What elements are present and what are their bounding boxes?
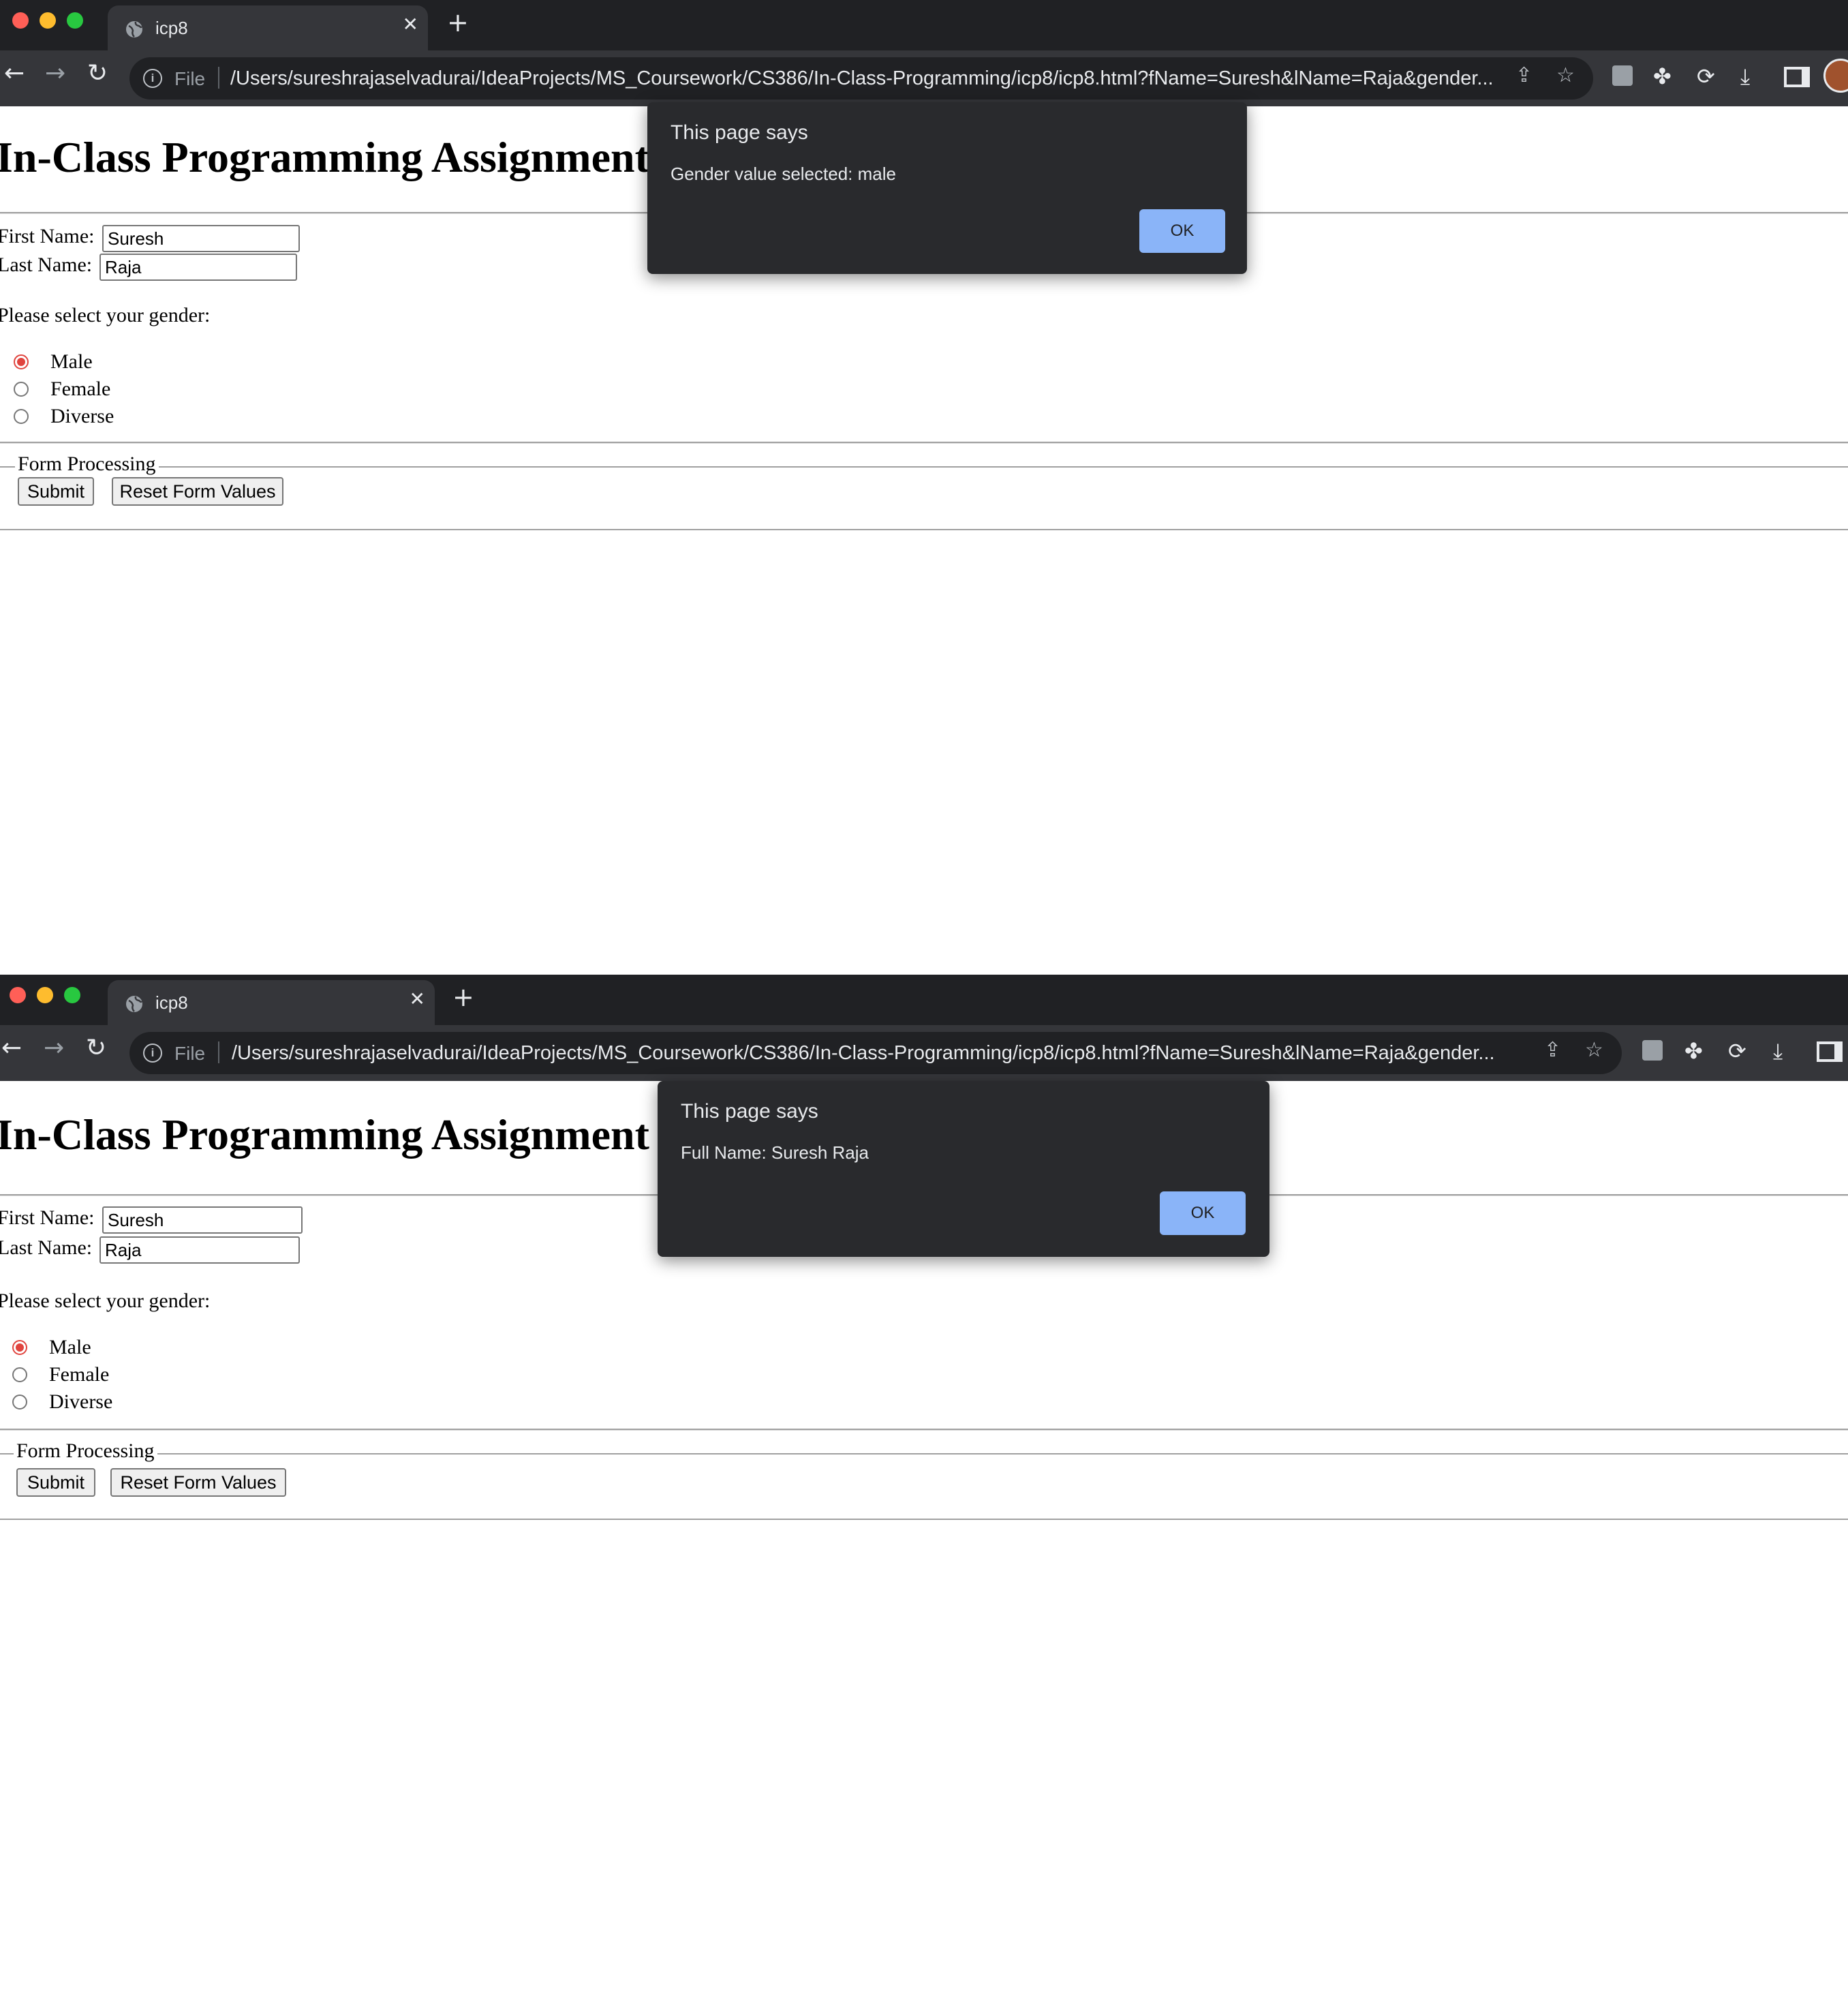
extension-square-icon[interactable] [1612, 65, 1633, 86]
first-name-label: First Name: [0, 225, 95, 247]
download-icon[interactable]: ⤓ [1773, 1040, 1783, 1062]
info-icon[interactable]: i [143, 1044, 162, 1063]
dialog-title: This page says [671, 121, 808, 144]
close-icon[interactable]: ✕ [403, 15, 418, 34]
star-icon[interactable]: ☆ [1585, 1040, 1603, 1061]
sync-icon[interactable]: ⟳ [1728, 1040, 1746, 1062]
screenshot-1: icp8 ✕ + ← → ↻ i File /Users/sureshrajas… [0, 0, 1848, 975]
side-panel-icon[interactable] [1784, 67, 1810, 87]
share-icon[interactable]: ⇪ [1515, 65, 1533, 86]
close-window-button[interactable] [12, 12, 29, 29]
ok-button[interactable]: OK [1139, 209, 1225, 253]
puzzle-icon[interactable]: ✤ [1684, 1040, 1703, 1062]
back-icon[interactable]: ← [4, 61, 25, 86]
minimize-window-button[interactable] [40, 12, 56, 29]
maximize-window-button[interactable] [64, 987, 80, 1003]
diverse-label: Diverse [49, 1390, 113, 1413]
minimize-window-button[interactable] [37, 987, 53, 1003]
back-icon[interactable]: ← [1, 1036, 22, 1061]
tab-bar: icp8 ✕ + [0, 975, 1848, 1025]
toolbar: ← → ↻ i File /Users/sureshrajaselvadurai… [0, 1025, 1848, 1081]
browser-tab[interactable]: icp8 ✕ [108, 5, 428, 50]
dialog-message: Full Name: Suresh Raja [681, 1142, 869, 1163]
page-title: In-Class Programming Assignment [0, 1110, 649, 1159]
fieldset-legend: Form Processing [14, 1440, 157, 1463]
gender-prompt: Please select your gender: [0, 304, 211, 326]
female-radio[interactable] [12, 1367, 27, 1382]
alert-dialog: This page says Full Name: Suresh Raja OK [658, 1081, 1269, 1257]
diverse-radio[interactable] [12, 1395, 27, 1410]
puzzle-icon[interactable]: ✤ [1653, 65, 1672, 87]
reload-icon[interactable]: ↻ [87, 61, 108, 86]
female-radio[interactable] [14, 382, 29, 397]
address-bar[interactable]: i File /Users/sureshrajaselvadurai/IdeaP… [129, 57, 1593, 100]
dialog-message: Gender value selected: male [671, 164, 896, 184]
star-icon[interactable]: ☆ [1556, 65, 1575, 86]
profile-avatar[interactable] [1823, 59, 1848, 93]
diverse-radio[interactable] [14, 409, 29, 424]
browser-tab[interactable]: icp8 ✕ [108, 980, 435, 1025]
male-label: Male [50, 350, 93, 373]
url-text[interactable]: /Users/sureshrajaselvadurai/IdeaProjects… [232, 1042, 1495, 1065]
close-icon[interactable]: ✕ [410, 990, 425, 1009]
forward-icon[interactable]: → [45, 61, 65, 86]
side-panel-icon[interactable] [1817, 1041, 1843, 1062]
diverse-label: Diverse [50, 405, 114, 427]
first-name-label: First Name: [0, 1206, 95, 1229]
toolbar: ← → ↻ i File /Users/sureshrajaselvadurai… [0, 50, 1848, 106]
divider [0, 442, 1848, 444]
form-processing-fieldset: Form Processing Submit Reset Form Values [0, 453, 1848, 530]
first-name-input[interactable]: Suresh [102, 225, 300, 252]
info-icon[interactable]: i [143, 69, 162, 88]
last-name-input[interactable]: Raja [99, 254, 297, 281]
reset-button[interactable]: Reset Form Values [110, 1468, 286, 1497]
tab-bar: icp8 ✕ + [0, 0, 1848, 50]
divider [0, 1429, 1848, 1431]
url-text[interactable]: /Users/sureshrajaselvadurai/IdeaProjects… [230, 67, 1494, 90]
last-name-label: Last Name: [0, 254, 93, 276]
forward-icon[interactable]: → [44, 1036, 64, 1061]
last-name-label: Last Name: [0, 1236, 93, 1259]
male-radio[interactable] [14, 354, 29, 369]
first-name-input[interactable]: Suresh [102, 1206, 303, 1234]
url-scheme: File [174, 68, 206, 89]
page-title: In-Class Programming Assignment [0, 133, 649, 181]
fieldset-legend: Form Processing [15, 453, 159, 476]
divider [218, 67, 219, 89]
male-radio[interactable] [12, 1340, 27, 1355]
submit-button[interactable]: Submit [18, 477, 94, 506]
tab-title: icp8 [155, 18, 188, 38]
form-processing-fieldset: Form Processing Submit Reset Form Values [0, 1440, 1848, 1520]
tab-title: icp8 [155, 992, 188, 1013]
share-icon[interactable]: ⇪ [1544, 1040, 1561, 1061]
address-bar[interactable]: i File /Users/sureshrajaselvadurai/IdeaP… [129, 1032, 1622, 1074]
maximize-window-button[interactable] [67, 12, 83, 29]
male-label: Male [49, 1336, 91, 1358]
submit-button[interactable]: Submit [16, 1468, 95, 1497]
ok-button[interactable]: OK [1160, 1191, 1246, 1235]
close-window-button[interactable] [10, 987, 26, 1003]
divider [218, 1041, 219, 1063]
female-label: Female [49, 1363, 110, 1386]
new-tab-button[interactable]: + [447, 10, 469, 35]
gender-prompt: Please select your gender: [0, 1290, 211, 1312]
dialog-title: This page says [681, 1100, 818, 1123]
download-icon[interactable]: ⤓ [1740, 65, 1750, 87]
globe-icon [126, 996, 143, 1012]
url-scheme: File [174, 1043, 206, 1064]
extension-square-icon[interactable] [1642, 1040, 1663, 1061]
screenshot-2: icp8 ✕ + ← → ↻ i File /Users/sureshrajas… [0, 975, 1848, 1995]
last-name-input[interactable]: Raja [99, 1236, 300, 1264]
female-label: Female [50, 378, 111, 400]
new-tab-button[interactable]: + [452, 984, 474, 1010]
sync-icon[interactable]: ⟳ [1697, 65, 1715, 87]
alert-dialog: This page says Gender value selected: ma… [647, 102, 1247, 274]
globe-icon [126, 21, 143, 37]
reset-button[interactable]: Reset Form Values [112, 477, 283, 506]
reload-icon[interactable]: ↻ [86, 1036, 106, 1061]
